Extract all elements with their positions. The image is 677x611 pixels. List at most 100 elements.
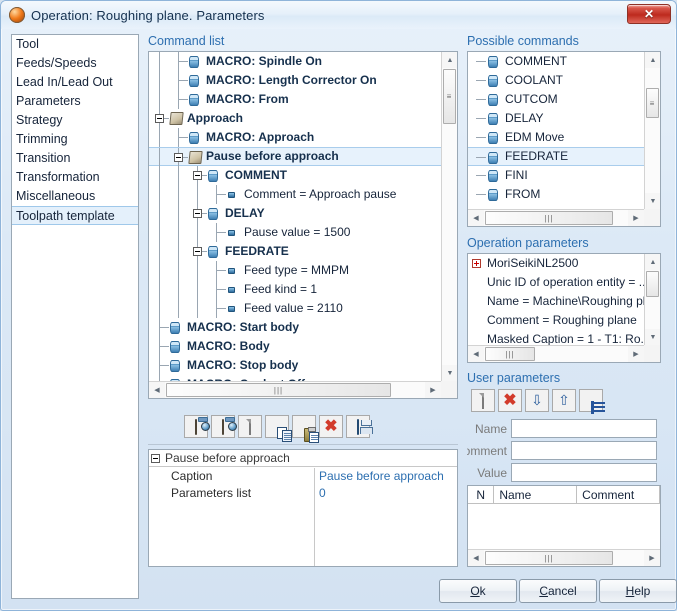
operation-parameter-row[interactable]: Comment = Roughing plane (468, 311, 644, 330)
hscroll-thumb[interactable]: ||| (166, 383, 391, 397)
delete-parameter-button[interactable]: ✖ (498, 389, 522, 412)
vscroll-thumb[interactable] (646, 271, 659, 297)
sidebar-item-feeds-speeds[interactable]: Feeds/Speeds (12, 54, 138, 73)
sidebar-item-lead-in-lead-out[interactable]: Lead In/Lead Out (12, 73, 138, 92)
operation-parameter-row[interactable]: Unic ID of operation entity = ... (468, 273, 644, 292)
close-icon[interactable]: ✕ (627, 4, 671, 24)
user-parameters-toolbar[interactable]: ✖ ⇩ ⇧ (471, 389, 603, 412)
command-list-box[interactable]: MACRO: Spindle On MACRO: Length Corrector… (148, 51, 458, 399)
collapse-group-icon[interactable] (151, 453, 160, 463)
collapse-icon[interactable] (193, 209, 202, 218)
command-tree-row[interactable]: FEEDRATE (149, 242, 441, 261)
collapse-icon[interactable] (193, 171, 202, 180)
command-tree-row[interactable]: MACRO: Spindle On (149, 52, 441, 71)
operation-parameters-box[interactable]: MoriSeikiNL2500 Unic ID of operation enti… (467, 253, 661, 363)
command-tree-row[interactable]: Feed value = 2110 (149, 299, 441, 318)
possible-command-item[interactable]: EDM Move (468, 128, 644, 147)
operation-parameters-list[interactable]: MoriSeikiNL2500 Unic ID of operation enti… (468, 254, 644, 345)
possible-command-item[interactable]: FEEDRATE (468, 147, 644, 166)
operation-parameters-vscrollbar[interactable]: ▲ ▼ (644, 254, 660, 345)
possible-commands-hscrollbar[interactable]: ◀ ||| ▶ (468, 209, 644, 226)
command-tree-row[interactable]: Comment = Approach pause (149, 185, 441, 204)
possible-command-item[interactable]: COOLANT (468, 71, 644, 90)
scroll-left-icon[interactable]: ◀ (468, 550, 484, 566)
scroll-left-icon[interactable]: ◀ (149, 382, 165, 398)
sidebar-item-toolpath-template[interactable]: Toolpath template (12, 206, 138, 225)
comment-input[interactable] (511, 441, 657, 460)
scroll-down-icon[interactable]: ▼ (645, 329, 660, 345)
sidebar-item-tool[interactable]: Tool (12, 35, 138, 54)
new-button[interactable] (238, 415, 262, 438)
scroll-right-icon[interactable]: ▶ (425, 382, 441, 398)
command-tree-row[interactable]: DELAY (149, 204, 441, 223)
command-tree-row[interactable]: Approach (149, 109, 441, 128)
property-grid[interactable]: Pause before approach Caption Pause befor… (148, 449, 458, 567)
scroll-right-icon[interactable]: ▶ (628, 210, 644, 226)
possible-command-item[interactable]: CUTCOM (468, 90, 644, 109)
scroll-up-icon[interactable]: ▲ (645, 52, 660, 68)
sidebar-item-transformation[interactable]: Transformation (12, 168, 138, 187)
move-up-button[interactable]: ⇧ (552, 389, 576, 412)
snapshot-load-button[interactable] (184, 415, 208, 438)
possible-commands-list[interactable]: COMMENT COOLANT CUTCOM DELAY EDM Move FEEDRAT… (468, 52, 644, 209)
table-column-header[interactable]: Name (494, 486, 578, 503)
table-body[interactable] (468, 504, 660, 549)
property-value[interactable]: 0 (319, 485, 326, 502)
command-tree-row[interactable]: MACRO: Start body (149, 318, 441, 337)
paste-button[interactable] (292, 415, 319, 443)
save-button[interactable] (346, 415, 370, 438)
property-group-header[interactable]: Pause before approach (149, 450, 457, 467)
new-parameter-button[interactable] (471, 389, 495, 412)
command-tree-row[interactable]: MACRO: Body (149, 337, 441, 356)
collapse-icon[interactable] (174, 153, 183, 162)
sidebar-item-strategy[interactable]: Strategy (12, 111, 138, 130)
move-down-button[interactable]: ⇩ (525, 389, 549, 412)
snapshot-save-button[interactable] (211, 415, 235, 438)
name-input[interactable] (511, 419, 657, 438)
operation-parameter-row[interactable]: MoriSeikiNL2500 (468, 254, 644, 273)
command-tree-row[interactable]: MACRO: Stop body (149, 356, 441, 375)
possible-command-item[interactable]: DELAY (468, 109, 644, 128)
vscroll-thumb[interactable]: ≡ (646, 88, 659, 118)
scroll-left-icon[interactable]: ◀ (468, 210, 484, 226)
table-column-header[interactable]: N (468, 486, 495, 503)
expand-icon[interactable] (472, 259, 481, 268)
property-row[interactable]: Parameters list 0 (149, 485, 457, 502)
command-tree-row[interactable]: Pause before approach (149, 147, 441, 167)
scroll-up-icon[interactable]: ▲ (645, 254, 660, 270)
command-tree-row[interactable]: Feed type = MMPM (149, 261, 441, 280)
command-tree-vscrollbar[interactable]: ▲ ≡ ▼ (441, 52, 457, 381)
property-value[interactable]: Pause before approach (319, 468, 444, 485)
command-tree[interactable]: MACRO: Spindle On MACRO: Length Corrector… (149, 52, 441, 381)
delete-button[interactable]: ✖ (319, 415, 343, 438)
scroll-left-icon[interactable]: ◀ (468, 346, 484, 362)
ok-button[interactable]: Ok (439, 579, 517, 603)
command-tree-row[interactable]: COMMENT (149, 166, 441, 185)
table-column-header[interactable]: Comment (577, 486, 660, 503)
value-input[interactable] (511, 463, 657, 482)
command-tree-row[interactable]: Feed kind = 1 (149, 280, 441, 299)
copy-button[interactable] (265, 415, 292, 442)
edit-list-button[interactable] (579, 389, 603, 412)
scroll-down-icon[interactable]: ▼ (442, 365, 457, 381)
possible-commands-vscrollbar[interactable]: ▲ ≡ ▼ (644, 52, 660, 209)
scroll-up-icon[interactable]: ▲ (442, 52, 457, 68)
hscroll-thumb[interactable]: ||| (485, 347, 535, 361)
user-parameters-table[interactable]: N Name Comment ◀ ||| ▶ (467, 485, 661, 567)
scroll-right-icon[interactable]: ▶ (644, 550, 660, 566)
collapse-icon[interactable] (155, 114, 164, 123)
command-toolbar[interactable]: ✖ (184, 415, 370, 443)
possible-command-item[interactable]: FINI (468, 166, 644, 185)
possible-commands-box[interactable]: COMMENT COOLANT CUTCOM DELAY EDM Move FEEDRAT… (467, 51, 661, 227)
help-button[interactable]: Help (599, 579, 677, 603)
sidebar-item-miscellaneous[interactable]: Miscellaneous (12, 187, 138, 206)
command-tree-row[interactable]: MACRO: From (149, 90, 441, 109)
scroll-down-icon[interactable]: ▼ (645, 193, 660, 209)
cancel-button[interactable]: Cancel (519, 579, 597, 603)
sidebar[interactable]: Tool Feeds/Speeds Lead In/Lead Out Paramete… (11, 34, 139, 599)
scroll-right-icon[interactable]: ▶ (628, 346, 644, 362)
collapse-icon[interactable] (193, 247, 202, 256)
command-tree-row[interactable]: Pause value = 1500 (149, 223, 441, 242)
possible-command-item[interactable]: COMMENT (468, 52, 644, 71)
command-tree-row[interactable]: MACRO: Length Corrector On (149, 71, 441, 90)
